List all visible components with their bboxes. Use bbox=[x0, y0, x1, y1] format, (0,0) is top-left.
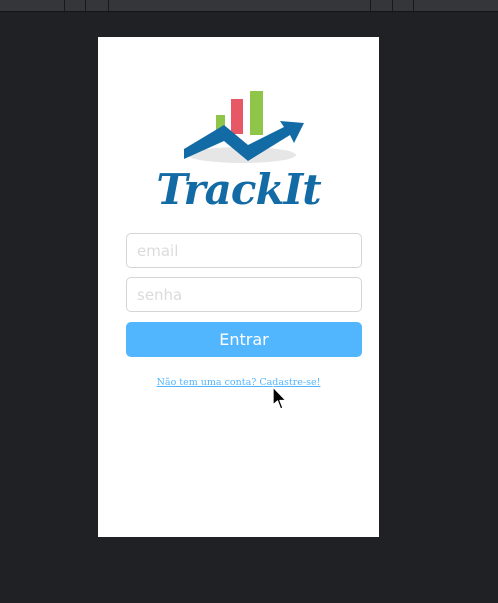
toolbar-separator bbox=[64, 0, 65, 11]
toolbar-separator bbox=[413, 0, 414, 11]
login-button[interactable]: Entrar bbox=[126, 322, 362, 357]
password-input[interactable] bbox=[126, 277, 362, 312]
toolbar-separator bbox=[108, 0, 109, 11]
trackit-logo-icon bbox=[184, 91, 304, 163]
toolbar-separator bbox=[392, 0, 393, 11]
browser-toolbar bbox=[0, 0, 498, 12]
toolbar-separator bbox=[85, 0, 86, 11]
mouse-pointer-icon bbox=[272, 386, 287, 410]
brand-name: TrackIt bbox=[156, 165, 321, 214]
signup-link[interactable]: Não tem uma conta? Cadastre-se! bbox=[98, 377, 379, 388]
mobile-viewport: TrackIt Entrar Não tem uma conta? Cadast… bbox=[98, 37, 379, 537]
toolbar-separator bbox=[370, 0, 371, 11]
email-input[interactable] bbox=[126, 233, 362, 268]
